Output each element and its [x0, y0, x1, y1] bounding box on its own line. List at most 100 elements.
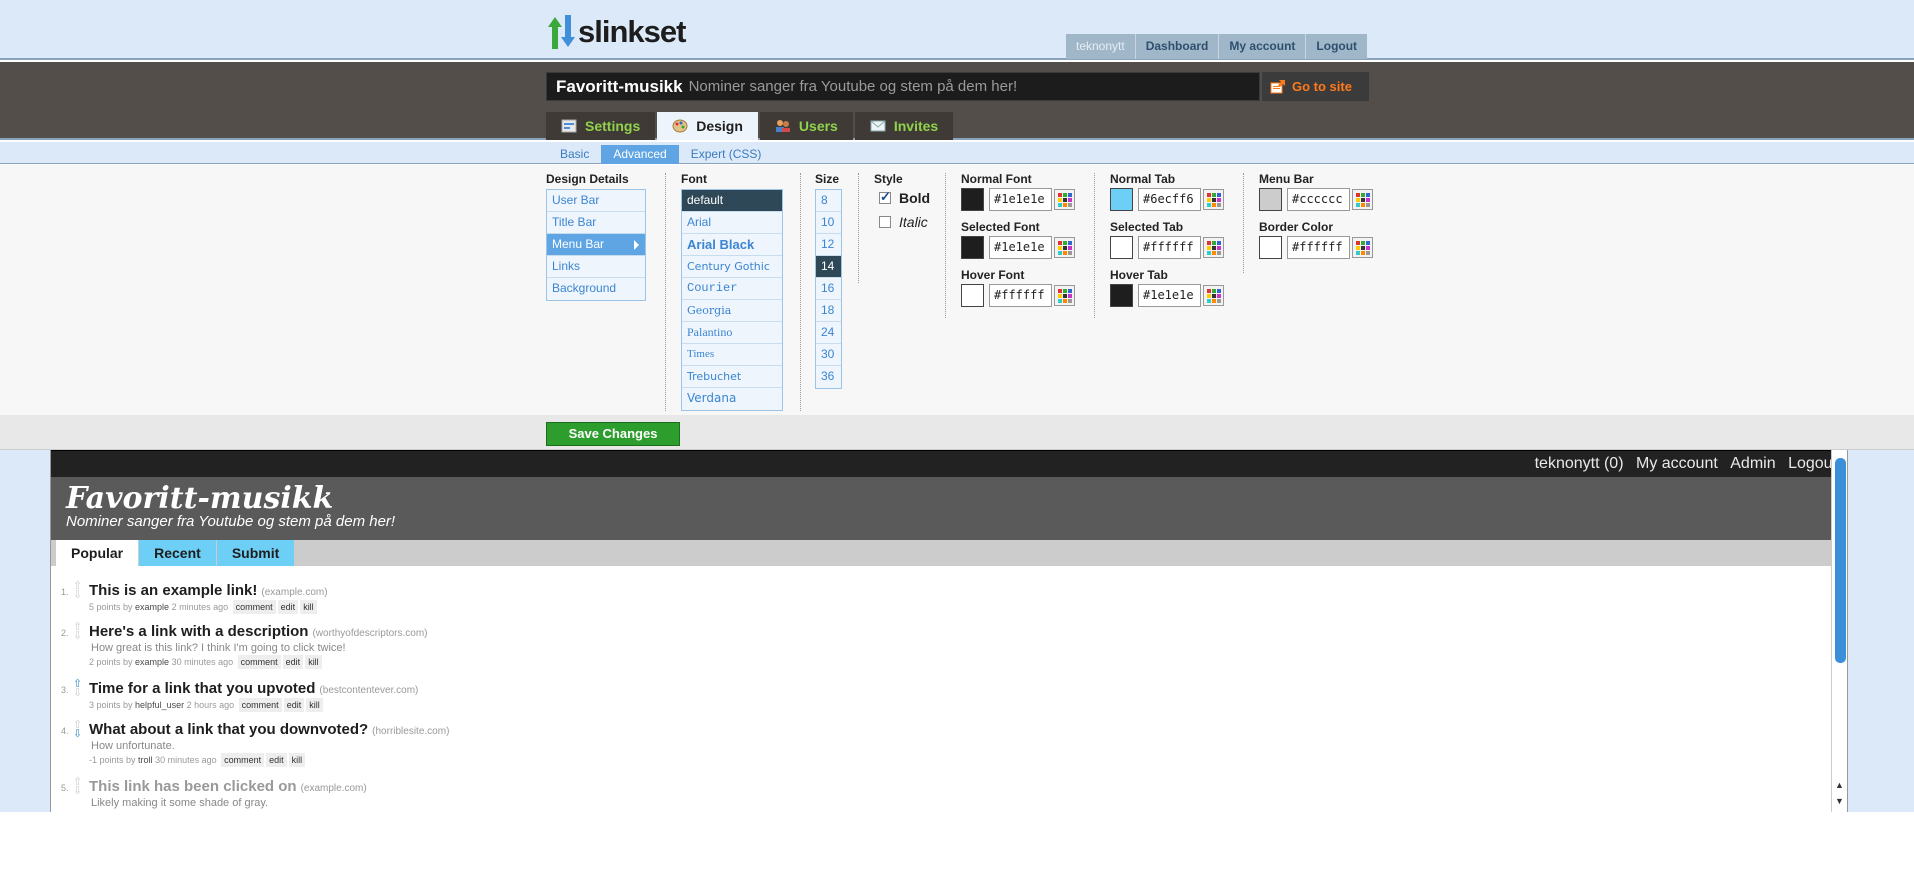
kill-button[interactable]: kill — [306, 698, 323, 712]
link-title[interactable]: Here's a link with a description — [89, 623, 308, 640]
link-user[interactable]: helpful_user — [135, 700, 184, 710]
font-verdana[interactable]: Verdana — [682, 388, 782, 410]
detail-menu-bar[interactable]: Menu Bar — [547, 234, 645, 256]
preview-nav-my-account[interactable]: My account — [1636, 451, 1718, 477]
color-picker-icon[interactable] — [1054, 237, 1075, 258]
comment-button[interactable]: comment — [232, 600, 276, 614]
edit-button[interactable]: edit — [283, 698, 305, 712]
detail-title-bar[interactable]: Title Bar — [547, 212, 645, 234]
normal-font-swatch[interactable] — [961, 188, 984, 211]
font-century-gothic[interactable]: Century Gothic — [682, 256, 782, 278]
link-user[interactable]: troll — [138, 755, 153, 765]
detail-background[interactable]: Background — [547, 278, 645, 300]
slinkset-logo[interactable]: slinkset — [546, 12, 686, 52]
tab-invites[interactable]: Invites — [854, 112, 954, 140]
font-default[interactable]: default — [682, 190, 782, 212]
kill-button[interactable]: kill — [300, 600, 317, 614]
scroll-down-icon[interactable]: ▼ — [1835, 796, 1844, 806]
link-user[interactable]: example — [135, 602, 169, 612]
menu-bar-swatch[interactable] — [1259, 188, 1282, 211]
bold-checkbox[interactable]: Bold — [879, 189, 930, 206]
size-18[interactable]: 18 — [816, 300, 841, 322]
font-palantino[interactable]: Palantino — [682, 322, 782, 344]
color-picker-icon[interactable] — [1352, 189, 1373, 210]
link-title[interactable]: This is an example link! — [89, 582, 257, 599]
normal-tab-swatch[interactable] — [1110, 188, 1133, 211]
subtab-expert-css[interactable]: Expert (CSS) — [679, 145, 774, 164]
selected-tab-swatch[interactable] — [1110, 236, 1133, 259]
size-12[interactable]: 12 — [816, 234, 841, 256]
border-color-swatch[interactable] — [1259, 236, 1282, 259]
normal-font-input[interactable]: #1e1e1e — [989, 188, 1052, 211]
hover-tab-swatch[interactable] — [1110, 284, 1133, 307]
preview-tab-recent[interactable]: Recent — [139, 540, 216, 566]
color-picker-icon[interactable] — [1203, 237, 1224, 258]
link-title[interactable]: This link has been clicked on — [89, 778, 297, 795]
size-36[interactable]: 36 — [816, 366, 841, 388]
size-24[interactable]: 24 — [816, 322, 841, 344]
color-picker-icon[interactable] — [1203, 189, 1224, 210]
color-picker-icon[interactable] — [1203, 285, 1224, 306]
italic-checkbox[interactable]: Italic — [879, 214, 928, 230]
preview-nav-logout[interactable]: Logout — [1788, 451, 1837, 477]
border-color-input[interactable]: #ffffff — [1287, 236, 1350, 259]
tab-users[interactable]: Users — [759, 112, 853, 140]
font-times[interactable]: Times — [682, 344, 782, 366]
detail-user-bar[interactable]: User Bar — [547, 190, 645, 212]
tab-settings[interactable]: Settings — [546, 112, 656, 140]
scroll-up-icon[interactable]: ▲ — [1835, 780, 1844, 790]
preview-tab-popular[interactable]: Popular — [56, 540, 139, 566]
preview-nav-admin[interactable]: Admin — [1730, 451, 1775, 477]
size-10[interactable]: 10 — [816, 212, 841, 234]
comment-button[interactable]: comment — [221, 753, 265, 767]
size-14[interactable]: 14 — [816, 256, 841, 278]
preview-nav-user[interactable]: teknonytt (0) — [1535, 451, 1624, 477]
hover-tab-input[interactable]: #1e1e1e — [1138, 284, 1201, 307]
downvote-icon[interactable]: ⇩ — [73, 631, 83, 642]
topnav-logout[interactable]: Logout — [1305, 34, 1367, 59]
downvote-icon[interactable]: ⇩ — [73, 590, 83, 601]
color-picker-icon[interactable] — [1054, 189, 1075, 210]
save-changes-button[interactable]: Save Changes — [546, 422, 680, 446]
tab-design[interactable]: Design — [657, 112, 758, 140]
color-picker-icon[interactable] — [1352, 237, 1373, 258]
kill-button[interactable]: kill — [288, 753, 306, 767]
hover-font-input[interactable]: #ffffff — [989, 284, 1052, 307]
preview-tab-submit[interactable]: Submit — [216, 540, 295, 566]
subtab-advanced[interactable]: Advanced — [601, 145, 679, 164]
subtab-basic[interactable]: Basic — [548, 145, 601, 164]
comment-button[interactable]: comment — [237, 655, 281, 669]
size-8[interactable]: 8 — [816, 190, 841, 212]
selected-font-input[interactable]: #1e1e1e — [989, 236, 1052, 259]
normal-tab-input[interactable]: #6ecff6 — [1138, 188, 1201, 211]
downvote-active-icon[interactable]: ⇩ — [73, 729, 83, 740]
font-arial-black[interactable]: Arial Black — [682, 234, 782, 256]
hover-font-swatch[interactable] — [961, 284, 984, 307]
topnav-dashboard[interactable]: Dashboard — [1134, 34, 1219, 59]
comment-button[interactable]: comment — [238, 698, 282, 712]
edit-button[interactable]: edit — [277, 600, 299, 614]
font-arial[interactable]: Arial — [682, 212, 782, 234]
font-courier[interactable]: Courier — [682, 278, 782, 300]
size-16[interactable]: 16 — [816, 278, 841, 300]
downvote-icon[interactable]: ⇩ — [73, 786, 83, 797]
menu-bar-input[interactable]: #cccccc — [1287, 188, 1350, 211]
font-trebuchet[interactable]: Trebuchet — [682, 366, 782, 388]
detail-links[interactable]: Links — [547, 256, 645, 278]
link-title[interactable]: What about a link that you downvoted? — [89, 721, 368, 738]
color-picker-icon[interactable] — [1054, 285, 1075, 306]
preview-scrollbar[interactable]: ▲ ▼ — [1831, 450, 1847, 812]
edit-button[interactable]: edit — [282, 655, 304, 669]
downvote-icon[interactable]: ⇩ — [73, 688, 83, 699]
font-georgia[interactable]: Georgia — [682, 300, 782, 322]
scrollbar-thumb[interactable] — [1835, 458, 1846, 663]
link-title[interactable]: Time for a link that you upvoted — [89, 680, 315, 697]
topnav-user[interactable]: teknonytt — [1066, 34, 1135, 59]
topnav-my-account[interactable]: My account — [1218, 34, 1305, 59]
selected-tab-input[interactable]: #ffffff — [1138, 236, 1201, 259]
go-to-site-button[interactable]: Go to site — [1262, 72, 1369, 101]
link-user[interactable]: example — [135, 657, 169, 667]
kill-button[interactable]: kill — [305, 655, 322, 669]
preview-site-title[interactable]: Favoritt-musikk — [66, 481, 1847, 517]
edit-button[interactable]: edit — [266, 753, 287, 767]
